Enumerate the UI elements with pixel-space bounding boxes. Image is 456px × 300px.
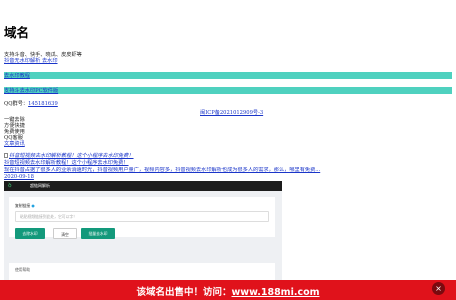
- qq-group: QQ群号：145181639: [4, 101, 58, 107]
- broken-image-icon: [4, 153, 8, 158]
- sale-banner-link[interactable]: www.188mi.com: [232, 287, 320, 298]
- app-card-label: 复制链接 ●: [15, 203, 35, 208]
- articles-link[interactable]: 文章资讯: [4, 141, 25, 147]
- qq-number-link[interactable]: 145181639: [28, 101, 58, 107]
- remove-watermark-button[interactable]: 去除水印: [15, 228, 45, 239]
- tutorial-link[interactable]: 去水印教程: [4, 73, 30, 79]
- close-icon[interactable]: ×: [432, 282, 445, 295]
- article-image-alt[interactable]: 抖音短视频去水印解析教程！这个小程序去水印免费！: [9, 153, 134, 159]
- domain-sale-banner: 该域名出售中！访问：www.188mi.com: [0, 280, 456, 300]
- article-image[interactable]: 抖音短视频去水印解析教程！这个小程序去水印免费！: [4, 153, 134, 159]
- sale-banner-text: 该域名出售中！访问：www.188mi.com: [136, 287, 320, 298]
- app-input-card: 复制链接 ● 粘贴视频链接到此处，它可以字！ 去除水印 清空 批量去水印: [9, 197, 275, 239]
- app-header: ꝺ 超链网解析: [4, 181, 282, 191]
- nav-bar-tutorial: 去水印教程: [4, 72, 452, 79]
- clear-button[interactable]: 清空: [53, 228, 77, 239]
- page-title: 域名: [4, 25, 30, 40]
- icp-link[interactable]: 闽ICP备2021012909号-3: [200, 110, 263, 116]
- app-logo-icon: ꝺ: [8, 182, 12, 189]
- app-help-card: 使用帮助: [9, 263, 275, 281]
- app-screenshot: ꝺ 超链网解析 复制链接 ● 粘贴视频链接到此处，它可以字！ 去除水印 清空 批…: [4, 181, 282, 281]
- article-title-link[interactable]: 抖音短视频去水印解析教程！这个小程序去水印免费！: [4, 160, 129, 166]
- article-date-link[interactable]: 2020-09-18: [4, 174, 34, 180]
- feature-list: 一键去除 方便快捷 免费使用 QQ客服 文章资讯: [4, 117, 25, 147]
- article-description-link[interactable]: 现在抖音占据了很多人的业余消遣时光，抖音视频用户量广，视频内容多，抖音视频去水印…: [4, 167, 320, 173]
- app-help-label: 使用帮助: [15, 267, 31, 272]
- droplet-icon: ●: [31, 203, 35, 208]
- pc-software-link[interactable]: 支持斗去水印PC软件版: [4, 88, 58, 94]
- app-link-input[interactable]: 粘贴视频链接到此处，它可以字！: [15, 211, 269, 222]
- intro-link[interactable]: 抖音无水印解析 去水印: [4, 58, 58, 64]
- nav-bar-pc-software: 支持斗去水印PC软件版: [4, 87, 452, 94]
- app-header-title: 超链网解析: [30, 183, 50, 188]
- qq-label: QQ群号：: [4, 101, 29, 107]
- batch-remove-button[interactable]: 批量去水印: [81, 228, 115, 239]
